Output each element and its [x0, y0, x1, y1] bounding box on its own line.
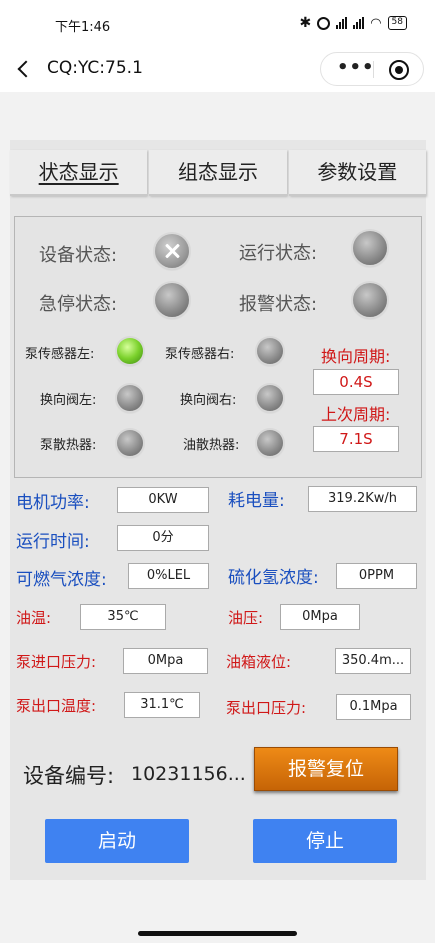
last-period-value: 7.1S [313, 426, 399, 452]
tab-configuration-display[interactable]: 组态显示 [149, 150, 287, 196]
device-status-label: 设备状态: [39, 245, 118, 266]
motor-power-label: 电机功率: [16, 493, 90, 513]
pump-inlet-pressure-label: 泵进口压力: [16, 653, 97, 671]
tank-level-label: 油箱液位: [226, 653, 292, 671]
oil-pressure-label: 油压: [228, 609, 264, 627]
energy-consumption-value: 319.2Kw/h [308, 486, 417, 512]
main-panel: 状态显示 组态显示 参数设置 设备状态: 运行状态: 急停状态: 报警状态: 泵… [10, 140, 426, 880]
pump-outlet-temperature-label: 泵出口温度: [16, 697, 97, 715]
pump-sensor-right-label: 泵传感器右: [165, 347, 235, 362]
pump-radiator-indicator [117, 430, 143, 456]
pump-outlet-pressure-label: 泵出口压力: [226, 699, 307, 717]
signal-icon [336, 17, 348, 29]
wifi-icon: ◠ [370, 15, 382, 31]
tab-bar: 状态显示 组态显示 参数设置 [10, 150, 426, 196]
pump-sensor-left-label: 泵传感器左: [25, 347, 95, 362]
pump-outlet-pressure-value: 0.1Mpa [336, 694, 411, 720]
bluetooth-icon: ✱ [299, 15, 312, 31]
reversing-valve-right-label: 换向阀右: [180, 393, 237, 408]
alarm-clock-icon [317, 16, 331, 30]
home-indicator[interactable] [138, 931, 297, 936]
page-title: CQ:YC:75.1 [47, 58, 143, 78]
battery-icon: 58 [387, 16, 407, 30]
combustible-gas-value: 0%LEL [128, 563, 209, 589]
reversing-valve-right-indicator [257, 385, 283, 411]
h2s-concentration-value: 0PPM [336, 563, 417, 589]
oil-temperature-value: 35℃ [80, 604, 166, 630]
miniprogram-capsule: ••• [320, 52, 424, 86]
runtime-value: 0分 [117, 525, 209, 551]
tab-status-display[interactable]: 状态显示 [10, 150, 148, 196]
device-number-label: 设备编号: [23, 764, 115, 788]
system-status-bar: 下午1:46 ✱ ◠ 58 [0, 0, 435, 48]
signal-icon-2 [353, 17, 365, 29]
oil-radiator-indicator [257, 430, 283, 456]
status-indicator-box: 设备状态: 运行状态: 急停状态: 报警状态: 泵传感器左: 泵传感器右: 换向… [14, 216, 422, 478]
runtime-label: 运行时间: [16, 532, 90, 552]
more-icon[interactable]: ••• [337, 53, 374, 85]
h2s-concentration-label: 硫化氢浓度: [228, 568, 319, 588]
tank-level-value: 350.4m... [335, 648, 411, 674]
close-miniprogram-icon[interactable] [389, 60, 409, 80]
alarm-reset-button[interactable]: 报警复位 [254, 747, 398, 791]
motor-power-value: 0KW [117, 487, 209, 513]
tab-parameter-settings[interactable]: 参数设置 [288, 150, 426, 196]
navigation-bar: CQ:YC:75.1 ••• [0, 48, 435, 92]
energy-consumption-label: 耗电量: [228, 491, 285, 511]
start-button[interactable]: 启动 [45, 819, 189, 863]
reversing-valve-left-indicator [117, 385, 143, 411]
pump-radiator-label: 泵散热器: [40, 438, 97, 453]
device-number-value: 10231156... [131, 763, 246, 785]
last-period-label: 上次周期: [321, 405, 391, 424]
pump-sensor-right-indicator [257, 338, 283, 364]
estop-status-label: 急停状态: [39, 294, 118, 315]
alarm-status-indicator [353, 283, 387, 317]
oil-pressure-value: 0Mpa [280, 604, 360, 630]
estop-status-indicator [155, 283, 189, 317]
run-status-label: 运行状态: [239, 243, 318, 264]
oil-temperature-label: 油温: [16, 609, 52, 627]
pump-sensor-left-indicator [117, 338, 143, 364]
clock: 下午1:46 [55, 20, 111, 35]
reverse-period-label: 换向周期: [321, 347, 391, 366]
combustible-gas-label: 可燃气浓度: [16, 570, 107, 590]
stop-button[interactable]: 停止 [253, 819, 397, 863]
pump-outlet-temperature-value: 31.1℃ [124, 692, 200, 718]
status-icons: ✱ ◠ 58 [299, 15, 407, 31]
back-arrow-icon[interactable] [14, 58, 34, 80]
device-status-x-icon [155, 234, 189, 268]
alarm-status-label: 报警状态: [239, 294, 318, 315]
reversing-valve-left-label: 换向阀左: [40, 393, 97, 408]
capsule-divider [373, 61, 374, 78]
pump-inlet-pressure-value: 0Mpa [123, 648, 208, 674]
run-status-indicator [353, 231, 387, 265]
oil-radiator-label: 油散热器: [183, 438, 240, 453]
reverse-period-value: 0.4S [313, 369, 399, 395]
